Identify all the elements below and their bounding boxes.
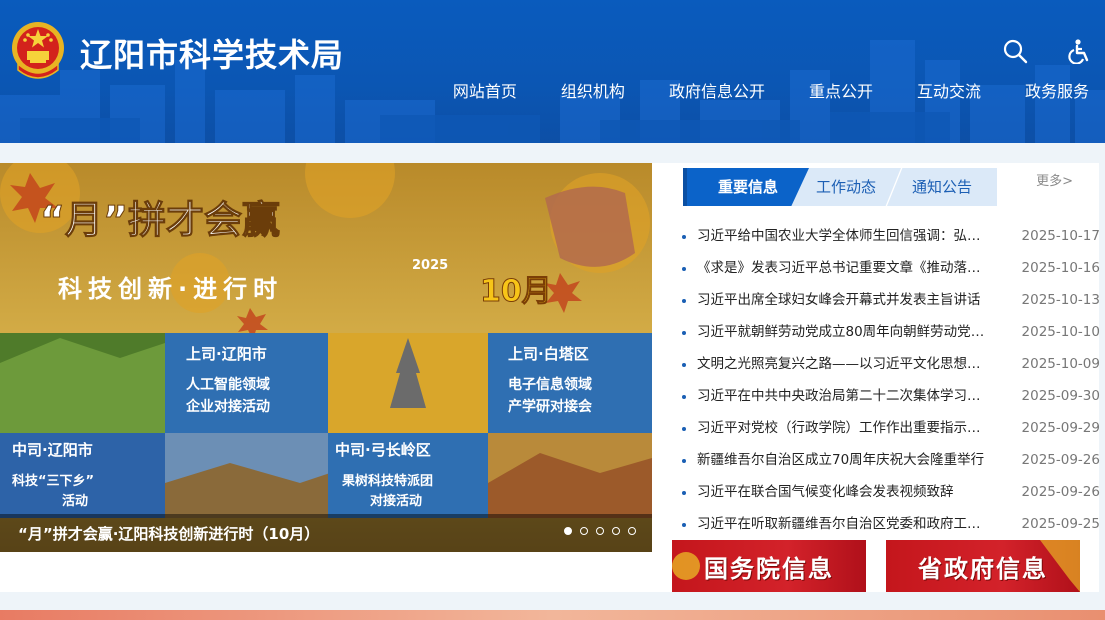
panel-2-text2: 产学研对接会: [508, 398, 593, 415]
banner-headline: “月”拼才会赢: [40, 198, 280, 242]
banner-year: 2025: [412, 258, 448, 273]
tab-work-news[interactable]: 工作动态: [791, 168, 901, 206]
panel-3-text2: 活动: [62, 493, 88, 509]
news-item[interactable]: 新疆维吾尔自治区成立70周年庆祝大会隆重举行 2025-09-26: [682, 444, 1100, 476]
carousel-dot-2[interactable]: [580, 527, 588, 535]
news-item[interactable]: 习近平在听取新疆维吾尔自治区党委和政府工作汇报时强调 2025-09-25: [682, 508, 1100, 540]
news-item[interactable]: 习近平出席全球妇女峰会开幕式并发表主旨讲话 2025-10-13: [682, 284, 1100, 316]
news-title[interactable]: 习近平在听取新疆维吾尔自治区党委和政府工作汇报时强调: [697, 508, 993, 540]
news-title[interactable]: 习近平就朝鲜劳动党成立80周年向朝鲜劳动党中央委员会致贺电: [697, 316, 993, 348]
banner-image: “月”拼才会赢 科技创新·进行时 2025 10月 上司·辽阳市 人工智能领域 …: [0, 163, 652, 552]
news-date: 2025-10-13: [1021, 292, 1100, 308]
panel-2-text1: 电子信息领域: [508, 376, 592, 393]
carousel-dot-5[interactable]: [628, 527, 636, 535]
state-council-info-banner[interactable]: 国务院信息: [672, 540, 866, 592]
site-title: 辽阳市科学技术局: [80, 36, 345, 74]
panel-3-region: 中司·辽阳市: [12, 441, 93, 459]
news-item[interactable]: 习近平在中共中央政治局第二十二次集体学习时强调 2025-09-30: [682, 380, 1100, 412]
national-emblem-icon: [12, 22, 64, 79]
news-date: 2025-10-10: [1021, 324, 1100, 340]
news-title[interactable]: 习近平在中共中央政治局第二十二次集体学习时强调: [697, 380, 993, 412]
panel-4-region: 中司·弓长岭区: [335, 441, 431, 459]
news-panel: 工作动态 通知公告 重要信息 更多> 习近平给中国农业大学全体师生回信强调：弘扬…: [652, 163, 1100, 592]
tab-important-info[interactable]: 重要信息: [683, 168, 809, 206]
main-nav: 网站首页 组织机构 政府信息公开 重点公开 互动交流 政务服务: [431, 78, 1089, 102]
news-item[interactable]: 文明之光照亮复兴之路——以习近平文化思想为指引 2025-10-09: [682, 348, 1100, 380]
carousel-dot-4[interactable]: [612, 527, 620, 535]
news-date: 2025-10-17: [1021, 228, 1100, 244]
search-icon[interactable]: [1002, 38, 1028, 64]
news-title[interactable]: 习近平出席全球妇女峰会开幕式并发表主旨讲话: [697, 284, 993, 316]
banner-subline: 科技创新·进行时: [58, 275, 283, 303]
tab-notices[interactable]: 通知公告: [887, 168, 997, 206]
panel-4-text2: 对接活动: [370, 493, 422, 509]
nav-key-disclosure[interactable]: 重点公开: [787, 78, 895, 102]
news-date: 2025-09-26: [1021, 484, 1100, 500]
state-council-info-label: 国务院信息: [704, 555, 834, 583]
more-link[interactable]: 更多>: [1036, 170, 1073, 189]
news-item[interactable]: 习近平在联合国气候变化峰会发表视频致辞 2025-09-26: [682, 476, 1100, 508]
banner-footer-space: [0, 552, 652, 592]
banner-carousel[interactable]: “月”拼才会赢 科技创新·进行时 2025 10月 上司·辽阳市 人工智能领域 …: [0, 163, 652, 552]
news-date: 2025-09-25: [1021, 516, 1100, 532]
news-title[interactable]: 习近平对党校（行政学院）工作作出重要指示强调: [697, 412, 993, 444]
provincial-gov-info-banner[interactable]: 省政府信息: [886, 540, 1080, 592]
nav-interaction[interactable]: 互动交流: [895, 78, 1003, 102]
banner-caption-bar: “月”拼才会赢·辽阳科技创新进行时（10月）: [0, 514, 652, 552]
nav-services[interactable]: 政务服务: [1003, 78, 1089, 102]
banner-caption[interactable]: “月”拼才会赢·辽阳科技创新进行时（10月）: [18, 523, 319, 544]
panel-1-text2: 企业对接活动: [185, 398, 270, 415]
carousel-dot-3[interactable]: [596, 527, 604, 535]
news-date: 2025-10-16: [1021, 260, 1100, 276]
news-item[interactable]: 习近平给中国农业大学全体师生回信强调：弘扬耕读传家优良传统 2025-10-17: [682, 220, 1100, 252]
news-date: 2025-10-09: [1021, 356, 1100, 372]
news-title[interactable]: 习近平在联合国气候变化峰会发表视频致辞: [697, 476, 993, 508]
panel-3-text1: 科技“三下乡”: [12, 473, 94, 489]
nav-gov-info[interactable]: 政府信息公开: [647, 78, 787, 102]
panel-2-region: 上司·白塔区: [508, 345, 589, 363]
wheelchair-icon[interactable]: [1067, 38, 1093, 64]
news-item[interactable]: 《求是》发表习近平总书记重要文章《推动落实全球治理倡议》 2025-10-16: [682, 252, 1100, 284]
panel-4-text1: 果树科技特派团: [341, 473, 433, 489]
nav-home[interactable]: 网站首页: [431, 78, 539, 102]
site-header: 辽阳市科学技术局 网站首页 组织机构 政府信息公开 重点公开 互动交流 政务服务: [0, 0, 1105, 143]
news-date: 2025-09-30: [1021, 388, 1100, 404]
carousel-dot-1[interactable]: [564, 527, 572, 535]
news-item[interactable]: 习近平就朝鲜劳动党成立80周年向朝鲜劳动党中央委员会致贺电 2025-10-10: [682, 316, 1100, 348]
news-date: 2025-09-29: [1021, 420, 1100, 436]
news-title[interactable]: 《求是》发表习近平总书记重要文章《推动落实全球治理倡议》: [697, 252, 993, 284]
news-title[interactable]: 新疆维吾尔自治区成立70周年庆祝大会隆重举行: [697, 444, 993, 476]
news-title[interactable]: 文明之光照亮复兴之路——以习近平文化思想为指引: [697, 348, 993, 380]
panel-1-region: 上司·辽阳市: [186, 345, 267, 363]
news-date: 2025-09-26: [1021, 452, 1100, 468]
news-list: 习近平给中国农业大学全体师生回信强调：弘扬耕读传家优良传统 2025-10-17 《…: [682, 220, 1100, 540]
carousel-dots: [564, 527, 636, 535]
panel-1-text1: 人工智能领域: [186, 376, 270, 393]
nav-organization[interactable]: 组织机构: [539, 78, 647, 102]
banner-month: 10月: [480, 274, 552, 309]
news-item[interactable]: 习近平对党校（行政学院）工作作出重要指示强调 2025-09-29: [682, 412, 1100, 444]
bottom-decor-strip: [0, 610, 1105, 620]
provincial-gov-info-label: 省政府信息: [918, 555, 1048, 583]
news-title[interactable]: 习近平给中国农业大学全体师生回信强调：弘扬耕读传家优良传统: [697, 220, 993, 252]
